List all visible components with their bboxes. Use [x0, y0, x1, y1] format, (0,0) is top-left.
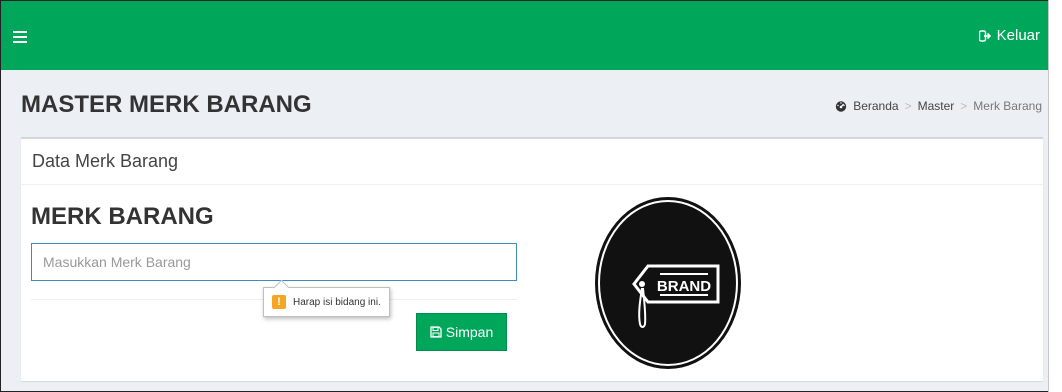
brand-form-box: Data Merk Barang MERK BARANG ! Harap isi… — [21, 137, 1043, 381]
page-title: MASTER MERK BARANG — [21, 91, 312, 118]
logout-label: Keluar — [996, 27, 1040, 44]
validation-tooltip: ! Harap isi bidang ini. — [263, 287, 390, 317]
breadcrumb-separator: > — [904, 99, 912, 113]
brand-tag-logo: BRAND — [595, 197, 741, 369]
dashboard-icon — [836, 101, 847, 112]
content-header: MASTER MERK BARANG Beranda > Master > Me… — [1, 71, 1048, 137]
brand-name-input[interactable] — [31, 243, 517, 281]
validation-message: Harap isi bidang ini. — [293, 296, 381, 308]
form-title: MERK BARANG — [31, 203, 214, 230]
top-navbar: Keluar — [0, 0, 1048, 70]
box-header-title: Data Merk Barang — [21, 139, 1043, 185]
window-scrollbar[interactable] — [1048, 0, 1062, 392]
breadcrumb-home[interactable]: Beranda — [853, 99, 898, 113]
sign-out-icon — [978, 29, 991, 42]
breadcrumb-separator: > — [960, 99, 968, 113]
hamburger-menu-icon[interactable] — [13, 31, 27, 43]
logout-link[interactable]: Keluar — [978, 27, 1040, 44]
breadcrumb-current: Merk Barang — [973, 99, 1042, 113]
save-label: Simpan — [445, 324, 494, 340]
floppy-disk-icon — [430, 326, 442, 338]
breadcrumb: Beranda > Master > Merk Barang — [835, 99, 1042, 113]
brand-logo-text: BRAND — [657, 278, 711, 295]
save-button[interactable]: Simpan — [416, 313, 507, 351]
breadcrumb-master[interactable]: Master — [918, 99, 955, 113]
warning-icon: ! — [272, 295, 286, 309]
